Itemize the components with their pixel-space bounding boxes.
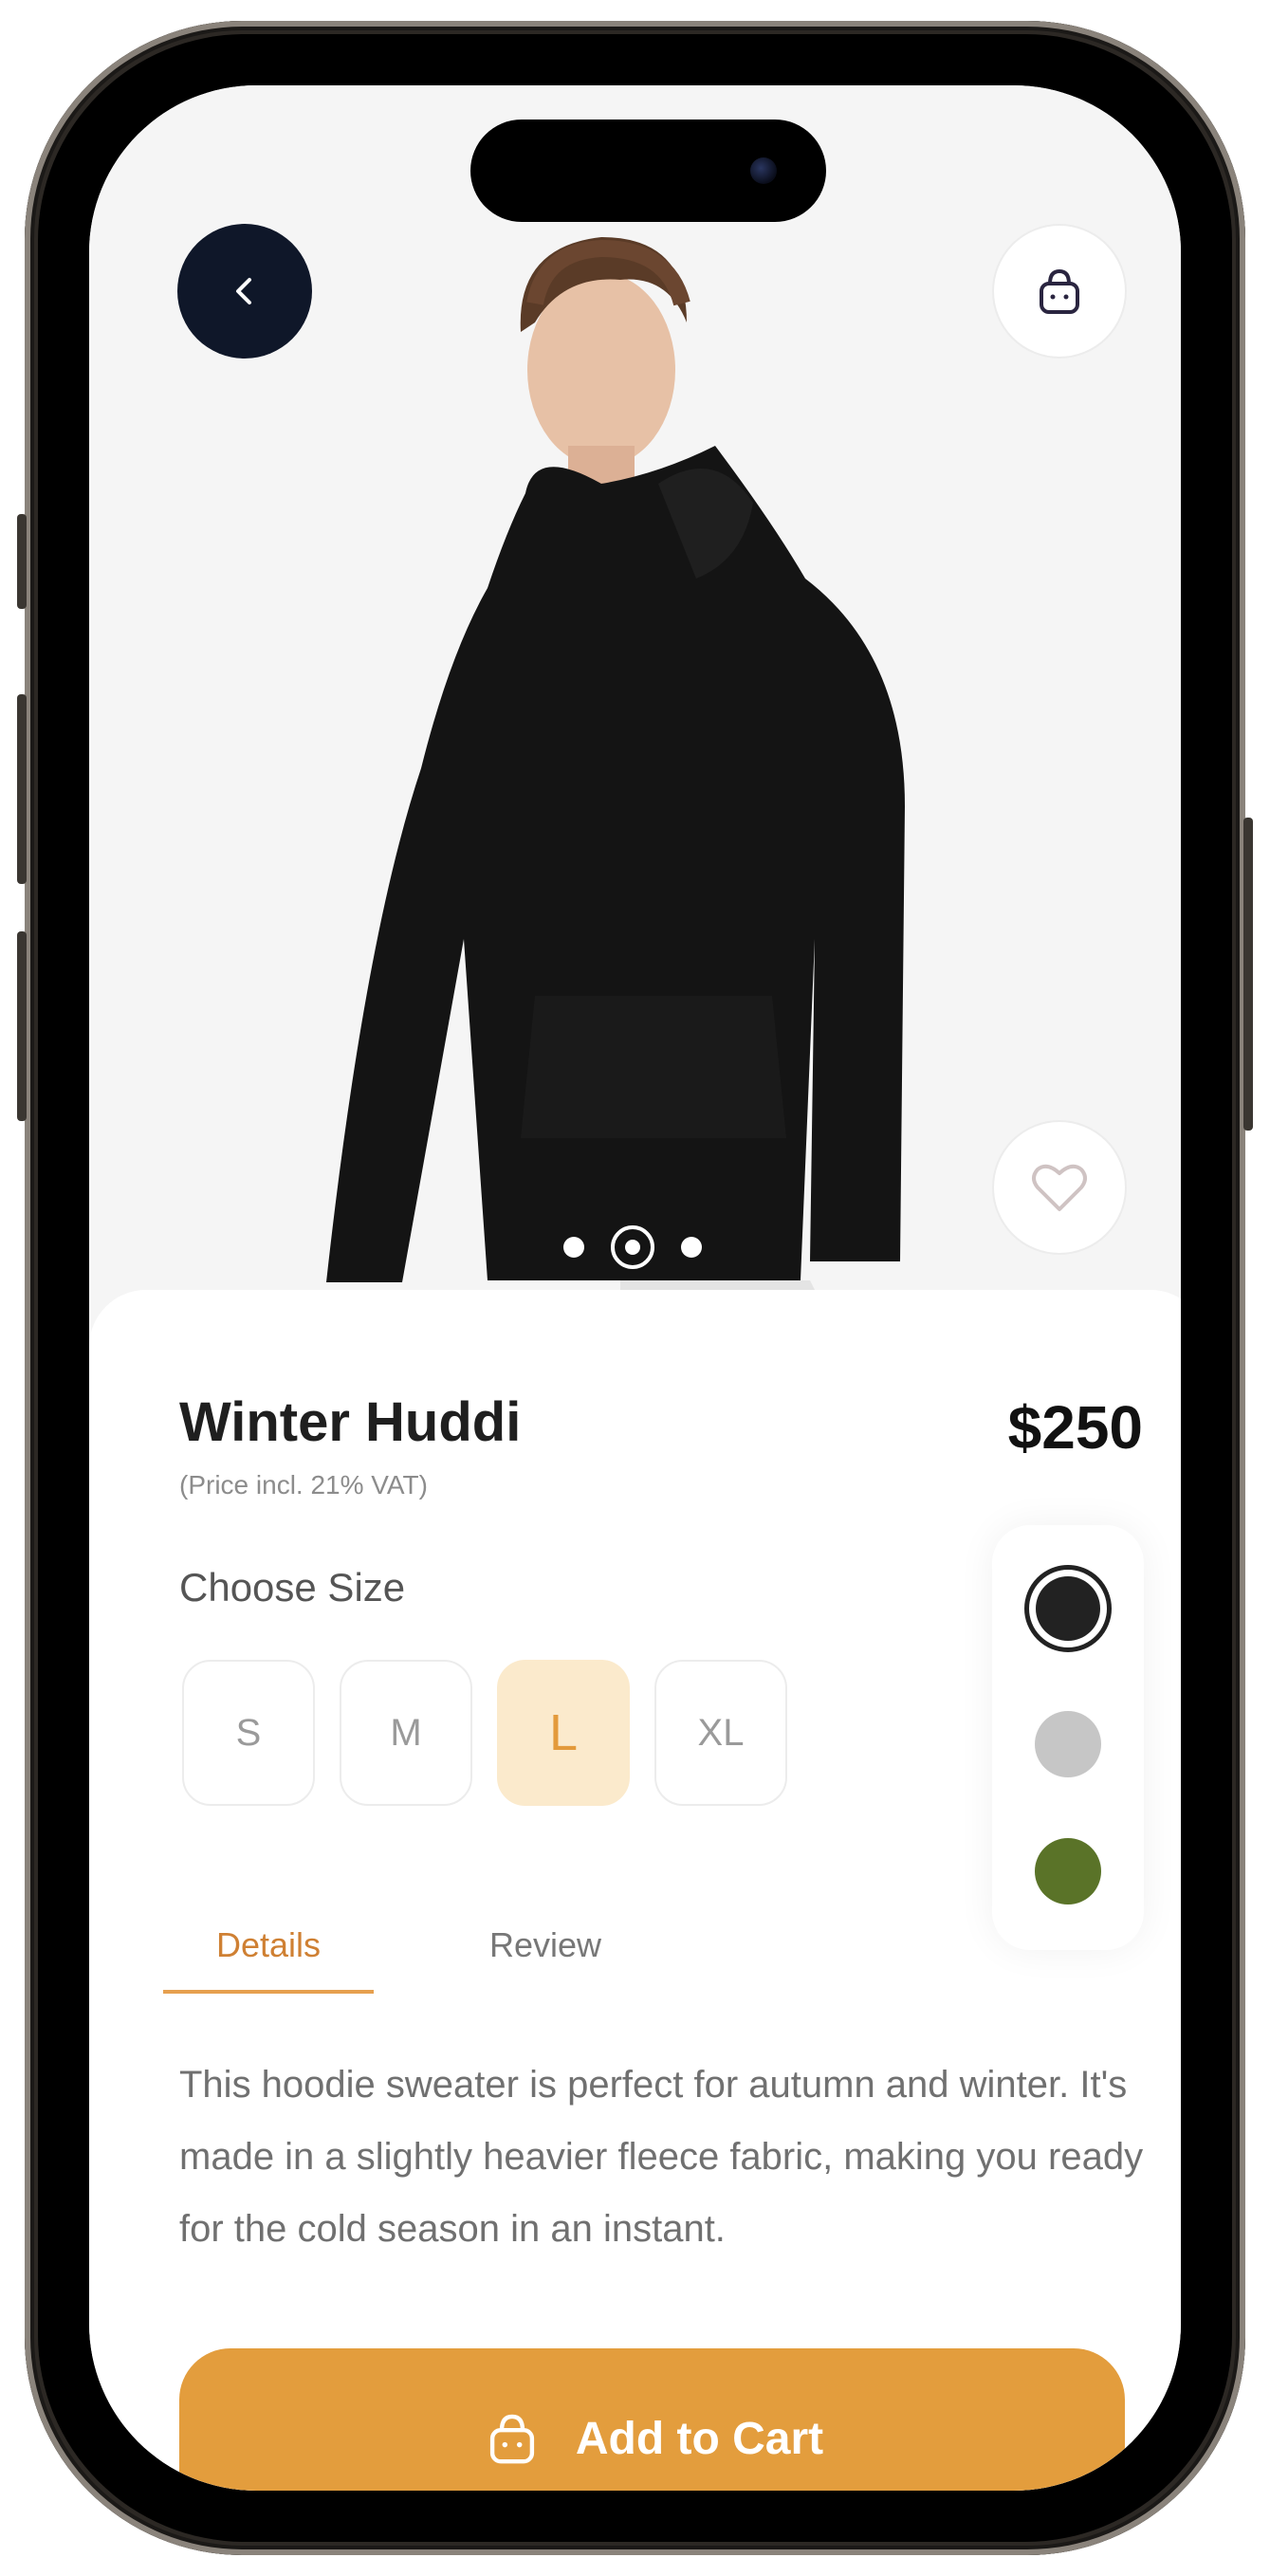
product-title: Winter Huddi: [179, 1391, 522, 1453]
color-swatch-grey[interactable]: [1035, 1711, 1101, 1777]
size-label: Choose Size: [179, 1565, 406, 1610]
vat-note: (Price incl. 21% VAT): [179, 1470, 428, 1500]
heart-icon: [1032, 1164, 1087, 1211]
volume-up-button: [17, 694, 27, 884]
product-price: $250: [1007, 1393, 1143, 1462]
back-button[interactable]: [177, 224, 312, 359]
color-picker: [992, 1525, 1144, 1950]
screen: Winter Huddi (Price incl. 21% VAT) $250 …: [89, 85, 1181, 2491]
product-description: This hoodie sweater is perfect for autum…: [179, 2064, 1144, 2250]
power-button: [1243, 818, 1253, 1131]
dynamic-island: [470, 120, 826, 222]
favorite-button[interactable]: [992, 1120, 1127, 1255]
color-swatch-olive[interactable]: [1035, 1838, 1101, 1904]
carousel-dot[interactable]: [681, 1237, 702, 1258]
size-option-s[interactable]: S: [182, 1660, 315, 1806]
bezel: Winter Huddi (Price incl. 21% VAT) $250 …: [38, 34, 1232, 2542]
size-option-m[interactable]: M: [340, 1660, 472, 1806]
tab-details[interactable]: Details: [163, 1916, 374, 1994]
mute-switch: [17, 514, 27, 609]
tab-review[interactable]: Review: [489, 1916, 601, 1994]
add-to-cart-label: Add to Cart: [575, 2413, 824, 2464]
phone-frame: Winter Huddi (Price incl. 21% VAT) $250 …: [17, 21, 1253, 2555]
product-details-sheet: Winter Huddi (Price incl. 21% VAT) $250 …: [89, 1290, 1181, 2491]
detail-tabs: Details Review: [163, 1916, 601, 1994]
size-option-xl[interactable]: XL: [654, 1660, 787, 1806]
carousel-dot-active[interactable]: [611, 1225, 654, 1269]
color-swatch-black[interactable]: [1024, 1565, 1112, 1652]
product-image[interactable]: [89, 85, 1181, 1337]
chevron-left-icon: [236, 278, 251, 304]
camera-icon: [750, 157, 777, 184]
size-options: S M L XL: [182, 1660, 787, 1806]
carousel-indicators: [563, 1225, 702, 1269]
shopping-bag-icon: [1040, 268, 1079, 314]
add-to-cart-button[interactable]: Add to Cart: [179, 2348, 1125, 2491]
cart-button[interactable]: [992, 224, 1127, 359]
bag-icon: [489, 2414, 534, 2464]
carousel-dot[interactable]: [563, 1237, 584, 1258]
size-option-l[interactable]: L: [497, 1660, 630, 1806]
volume-down-button: [17, 931, 27, 1121]
